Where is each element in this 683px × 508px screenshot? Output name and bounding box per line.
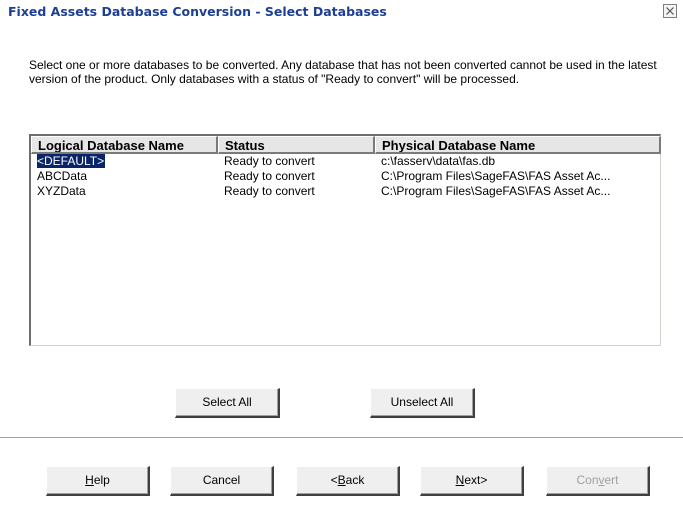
logical-name-cell: ABCData (37, 169, 88, 183)
list-body: <DEFAULT> Ready to convert c:\fasserv\da… (31, 154, 661, 199)
column-header-status[interactable]: Status (218, 136, 375, 154)
unselect-all-button[interactable]: Unselect All (370, 388, 475, 418)
cancel-button[interactable]: Cancel (170, 466, 274, 496)
physical-name-cell: C:\Program Files\SageFAS\FAS Asset Ac... (381, 184, 611, 198)
status-cell: Ready to convert (224, 184, 315, 198)
status-cell: Ready to convert (224, 169, 315, 183)
divider (0, 437, 683, 439)
close-icon (666, 7, 674, 15)
help-button[interactable]: Help (46, 466, 150, 496)
window-title: Fixed Assets Database Conversion - Selec… (8, 4, 387, 19)
convert-button[interactable]: Convert (546, 466, 650, 496)
select-all-button[interactable]: Select All (175, 388, 280, 418)
logical-name-cell: XYZData (37, 184, 86, 198)
list-header: Logical Database Name Status Physical Da… (31, 136, 661, 154)
database-list[interactable]: Logical Database Name Status Physical Da… (29, 134, 661, 346)
next-button[interactable]: Next> (420, 466, 524, 496)
list-row-xyzdata[interactable]: XYZData Ready to convert C:\Program File… (31, 184, 661, 199)
column-header-physical-name[interactable]: Physical Database Name (375, 136, 661, 154)
list-row-abcdata[interactable]: ABCData Ready to convert C:\Program File… (31, 169, 661, 184)
physical-name-cell: C:\Program Files\SageFAS\FAS Asset Ac... (381, 169, 611, 183)
title-bar: Fixed Assets Database Conversion - Selec… (0, 0, 683, 24)
back-button[interactable]: <Back (296, 466, 400, 496)
status-cell: Ready to convert (224, 154, 315, 168)
close-button[interactable] (663, 4, 677, 18)
physical-name-cell: c:\fasserv\data\fas.db (381, 154, 496, 168)
list-row-default[interactable]: <DEFAULT> Ready to convert c:\fasserv\da… (31, 154, 661, 169)
column-header-logical-name[interactable]: Logical Database Name (31, 136, 218, 154)
instructions-text: Select one or more databases to be conve… (29, 58, 657, 86)
logical-name-cell: <DEFAULT> (37, 154, 106, 169)
